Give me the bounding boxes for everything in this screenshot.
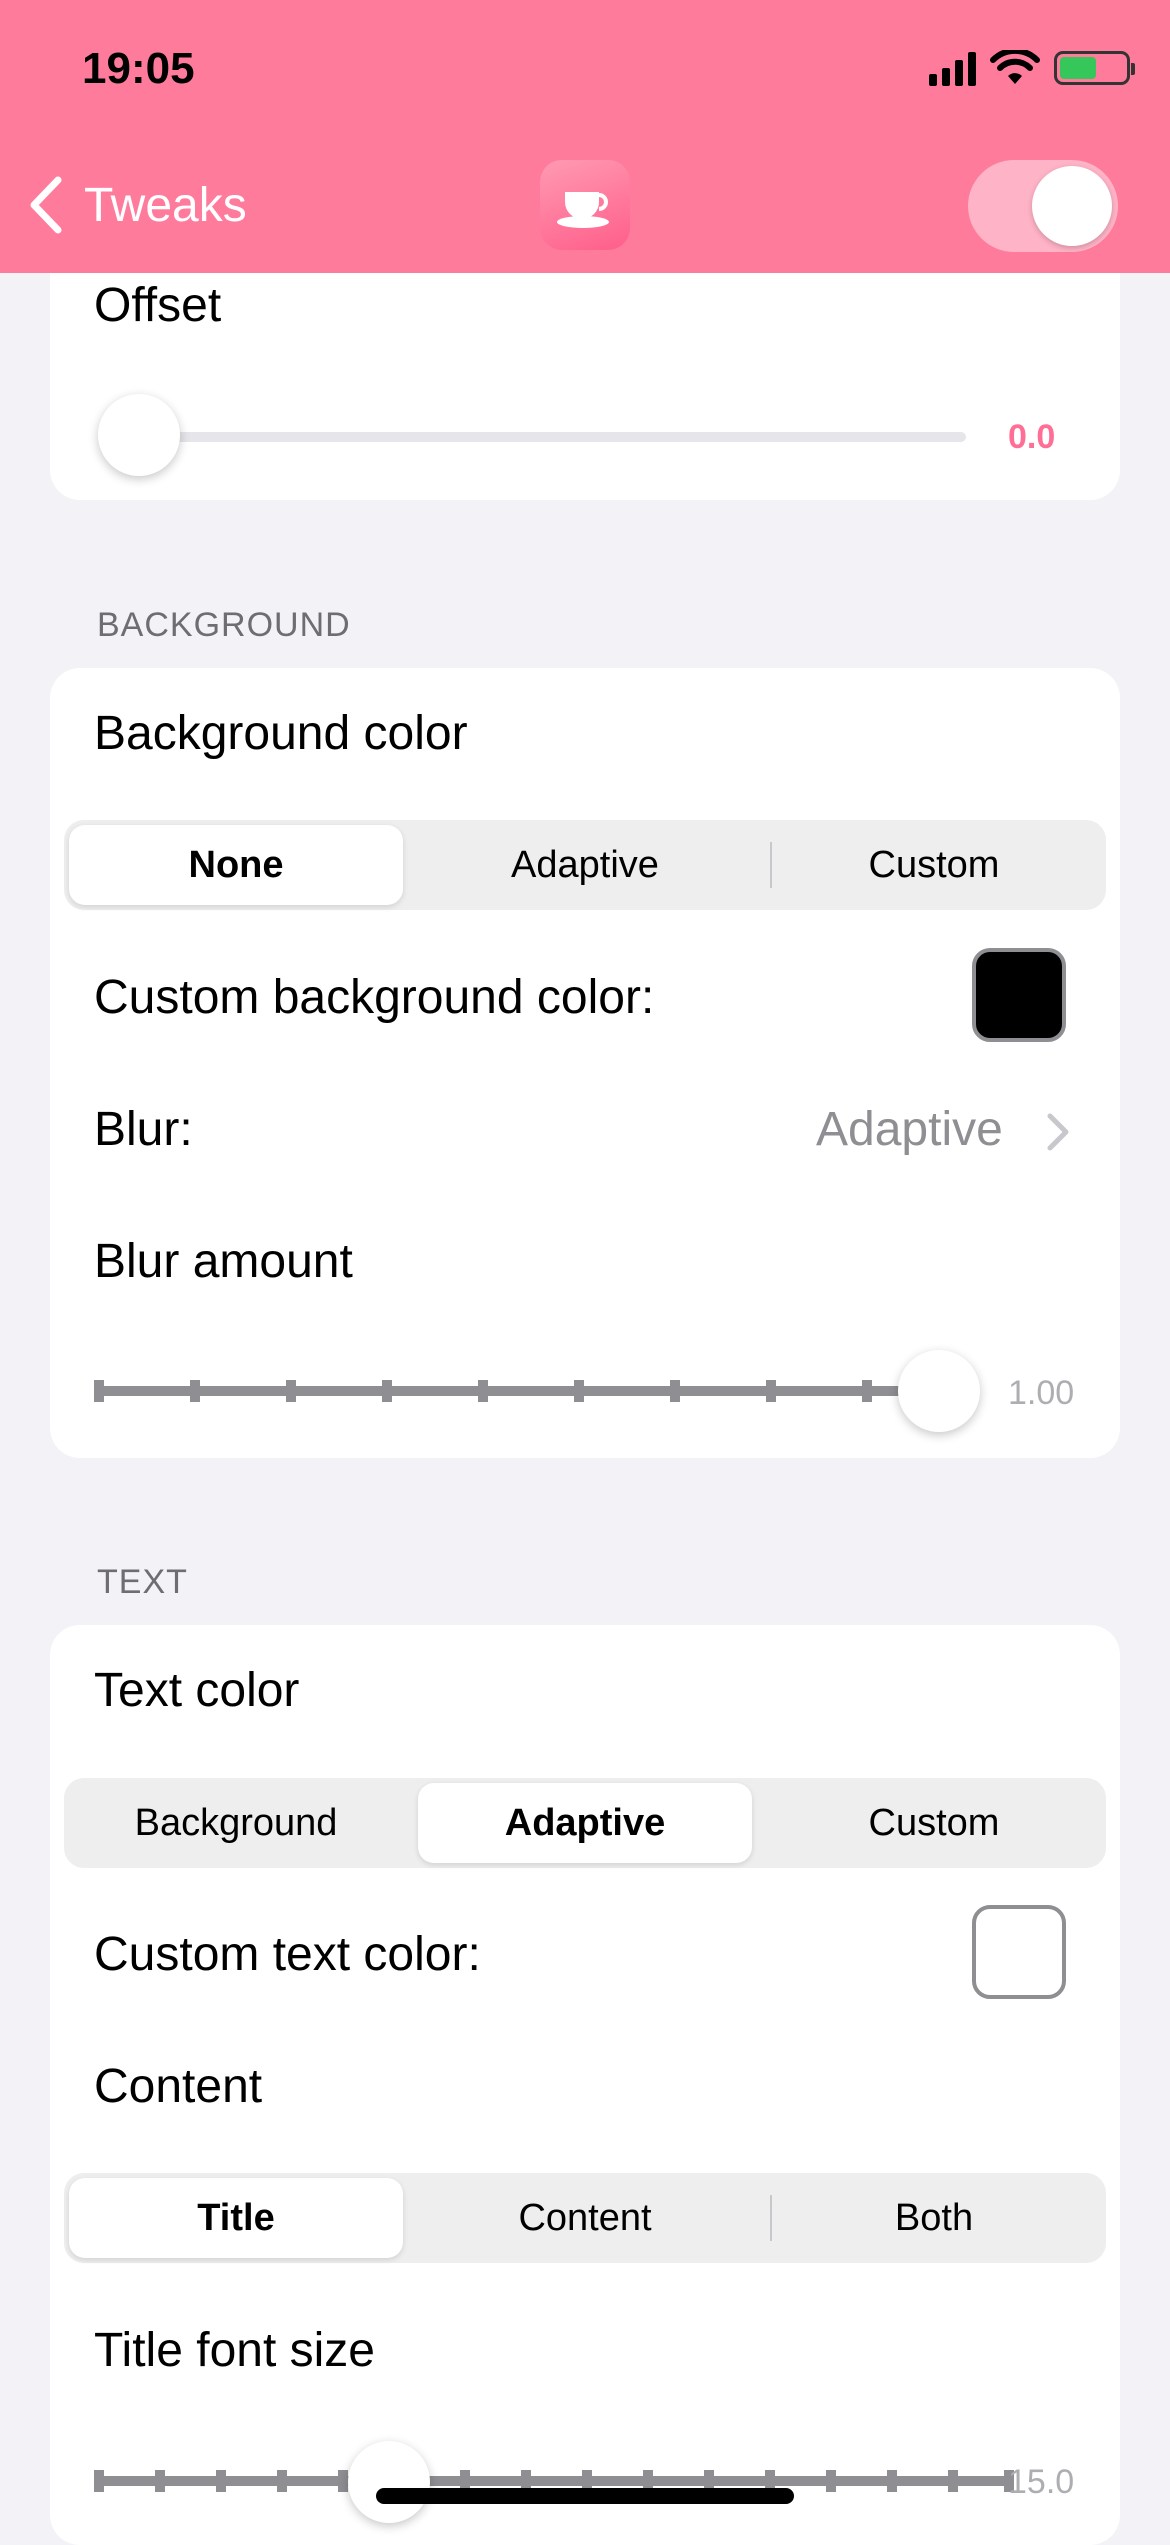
segment-adaptive[interactable]: Adaptive [418, 825, 752, 905]
background-card: Background color None Adaptive Custom Cu… [50, 668, 1120, 1458]
offset-value: 0.0 [1008, 418, 1056, 456]
title-font-size-slider-knob[interactable] [348, 2441, 430, 2523]
slider-tick [826, 2470, 836, 2492]
slider-tick [887, 2470, 897, 2492]
cellular-signal-icon [929, 50, 976, 86]
blur-amount-slider-knob[interactable] [898, 1350, 980, 1432]
title-font-size-slider-track[interactable] [94, 2476, 1014, 2486]
segment-adaptive[interactable]: Adaptive [418, 1783, 752, 1863]
segment-custom[interactable]: Custom [767, 825, 1101, 905]
chevron-right-icon [1047, 1113, 1069, 1151]
title-font-size-label: Title font size [94, 2324, 375, 2377]
slider-tick [94, 2470, 104, 2492]
text-color-label: Text color [94, 1664, 300, 1717]
battery-icon [1054, 51, 1135, 85]
slider-tick [155, 2470, 165, 2492]
segment-content[interactable]: Content [418, 2178, 752, 2258]
text-section-header: TEXT [97, 1563, 188, 1601]
tweak-enable-toggle[interactable] [968, 160, 1118, 252]
navigation-header: 19:05 Tweaks [0, 0, 1170, 273]
blur-amount-slider-track[interactable] [94, 1386, 940, 1396]
slider-tick [338, 2470, 348, 2492]
slider-tick [286, 1380, 296, 1402]
custom-text-color-label: Custom text color: [94, 1928, 481, 1981]
custom-background-color-label: Custom background color: [94, 971, 655, 1024]
slider-tick [277, 2470, 287, 2492]
wifi-icon [990, 50, 1040, 84]
blur-label: Blur: [94, 1103, 193, 1156]
slider-tick [478, 1380, 488, 1402]
custom-background-color-swatch[interactable] [972, 948, 1066, 1042]
segment-both[interactable]: Both [767, 2178, 1101, 2258]
background-color-segmented-control: None Adaptive Custom [64, 820, 1106, 910]
slider-tick [382, 1380, 392, 1402]
segment-none[interactable]: None [69, 825, 403, 905]
chevron-left-icon [30, 176, 62, 234]
slider-tick [948, 2470, 958, 2492]
slider-tick [216, 2470, 226, 2492]
text-card: Text color Background Adaptive Custom Cu… [50, 1625, 1120, 2545]
text-color-segmented-control: Background Adaptive Custom [64, 1778, 1106, 1868]
slider-tick [862, 1380, 872, 1402]
content-segmented-control: Title Content Both [64, 2173, 1106, 2263]
slider-tick [190, 1380, 200, 1402]
slider-tick [94, 1380, 104, 1402]
blur-amount-value: 1.00 [1008, 1374, 1075, 1412]
home-indicator[interactable] [376, 2488, 794, 2504]
teacup-icon [557, 192, 609, 228]
segment-title[interactable]: Title [69, 2178, 403, 2258]
offset-slider-knob[interactable] [98, 394, 180, 476]
background-section-header: BACKGROUND [97, 606, 351, 644]
segment-custom[interactable]: Custom [767, 1783, 1101, 1863]
tweak-app-icon [540, 160, 630, 250]
back-button-label: Tweaks [84, 178, 247, 232]
toggle-knob [1032, 166, 1112, 246]
background-color-label: Background color [94, 707, 468, 760]
segment-background[interactable]: Background [69, 1783, 403, 1863]
slider-tick [574, 1380, 584, 1402]
blur-amount-label: Blur amount [94, 1235, 353, 1288]
offset-label: Offset [94, 279, 222, 332]
status-icons [929, 50, 1135, 86]
slider-tick [766, 1380, 776, 1402]
content-label: Content [94, 2060, 263, 2113]
blur-value[interactable]: Adaptive [816, 1102, 1003, 1157]
title-font-size-value: 15.0 [1008, 2463, 1075, 2501]
status-time: 19:05 [82, 44, 195, 93]
slider-tick [670, 1380, 680, 1402]
back-button[interactable]: Tweaks [26, 176, 247, 234]
custom-text-color-swatch[interactable] [972, 1905, 1066, 1999]
offset-slider-track[interactable] [140, 432, 966, 442]
